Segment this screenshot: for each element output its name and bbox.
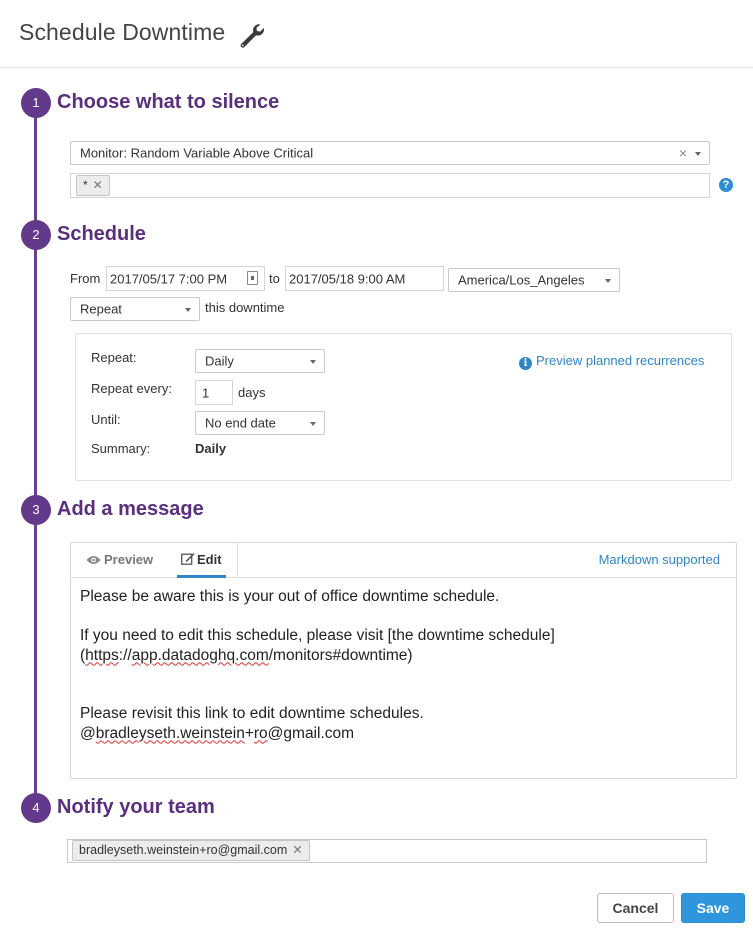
until-label: Until: (91, 412, 121, 427)
spellcheck-word: ro (253, 724, 268, 742)
message-text: @gmail.com (267, 724, 355, 742)
chevron-down-icon (310, 422, 316, 426)
spellcheck-word: https (85, 646, 119, 664)
timeline-line (34, 103, 37, 808)
info-icon: i (519, 357, 532, 370)
step-number-2: 2 (21, 220, 51, 250)
step-title-message: Add a message (57, 498, 204, 520)
clear-icon[interactable]: × (679, 145, 687, 161)
to-date-input[interactable]: 2017/05/18 9:00 AM (285, 266, 444, 291)
step-title-choose: Choose what to silence (57, 91, 280, 113)
monitor-select[interactable]: Monitor: Random Variable Above Critical … (70, 141, 710, 165)
tab-divider (237, 543, 238, 578)
cancel-button[interactable]: Cancel (597, 893, 674, 923)
edit-icon (181, 553, 195, 565)
message-textarea[interactable]: Please be aware this is your out of offi… (80, 587, 555, 743)
summary-label: Summary: (91, 441, 151, 456)
save-button[interactable]: Save (681, 893, 745, 923)
chevron-down-icon (185, 308, 191, 312)
chevron-down-icon (695, 152, 701, 156)
chevron-down-icon (310, 360, 316, 364)
remove-tag-icon[interactable]: ✕ (292, 843, 302, 857)
repeat-select-value: Repeat (80, 301, 122, 317)
preview-recurrences-label: Preview planned recurrences (536, 353, 705, 368)
timezone-select[interactable]: America/Los_Angeles (448, 268, 620, 292)
repeat-every-input[interactable]: 1 (195, 380, 233, 405)
timezone-value: America/Los_Angeles (458, 272, 585, 288)
repeat-every-unit: days (238, 385, 266, 400)
frequency-select[interactable]: Daily (195, 349, 325, 373)
repeat-suffix: this downtime (205, 300, 285, 315)
message-text: /monitors#downtime) (268, 646, 413, 664)
spellcheck-word: app.datadoghq.com (131, 646, 269, 664)
message-tabs: Preview Edit Markdown supported (71, 543, 736, 578)
wrench-icon (240, 24, 264, 48)
chevron-down-icon (605, 279, 611, 283)
to-date-value: 2017/05/18 9:00 AM (289, 271, 406, 286)
step-title-schedule: Schedule (57, 223, 146, 245)
remove-tag-icon[interactable]: ✕ (93, 178, 103, 192)
step-number-4: 4 (21, 793, 51, 823)
message-line: If you need to edit this schedule, pleas… (80, 627, 555, 644)
page-header: Schedule Downtime (0, 0, 753, 68)
step-number-3: 3 (21, 495, 51, 525)
calendar-icon[interactable] (247, 271, 258, 285)
message-line: Please revisit this link to edit downtim… (80, 705, 424, 722)
preview-recurrences-link[interactable]: i Preview planned recurrences (519, 353, 704, 370)
message-text: :// (118, 646, 132, 664)
recurrence-repeat-label: Repeat: (91, 350, 137, 365)
until-select[interactable]: No end date (195, 411, 325, 435)
message-url-line: (https://app.datadoghq.com/monitors#down… (80, 646, 555, 666)
scope-tag-label: * (83, 178, 88, 192)
message-text: + (244, 724, 254, 742)
message-line: Please be aware this is your out of offi… (80, 588, 500, 605)
tab-edit[interactable]: Edit (177, 543, 226, 578)
to-label: to (269, 271, 280, 286)
step-number-1: 1 (21, 88, 51, 118)
repeat-every-value: 1 (202, 385, 210, 400)
step-title-notify: Notify your team (57, 796, 215, 818)
from-date-input[interactable]: 2017/05/17 7:00 PM (106, 266, 265, 291)
eye-icon (86, 556, 101, 564)
scope-input[interactable]: * ✕ (70, 173, 710, 198)
tab-preview-label: Preview (104, 552, 154, 567)
summary-value: Daily (195, 441, 227, 456)
message-mention-line: @bradleyseth.weinstein+ro@gmail.com (80, 724, 555, 744)
recipient-tag-label: bradleyseth.weinstein+ro@gmail.com (79, 843, 288, 857)
tab-preview[interactable]: Preview (86, 543, 153, 578)
notify-recipients-input[interactable]: bradleyseth.weinstein+ro@gmail.com ✕ (67, 839, 707, 863)
from-label: From (70, 271, 101, 286)
monitor-select-value: Monitor: Random Variable Above Critical (80, 145, 314, 161)
tab-edit-label: Edit (197, 552, 222, 567)
page-title: Schedule Downtime (19, 19, 226, 45)
frequency-value: Daily (205, 353, 234, 369)
repeat-every-label: Repeat every: (91, 381, 172, 396)
message-editor: Preview Edit Markdown supported Please b… (70, 542, 737, 779)
until-value: No end date (205, 415, 276, 431)
from-date-value: 2017/05/17 7:00 PM (110, 271, 228, 286)
markdown-supported-link[interactable]: Markdown supported (599, 552, 720, 567)
message-text: @ (80, 724, 96, 742)
recipient-tag: bradleyseth.weinstein+ro@gmail.com ✕ (72, 840, 310, 861)
question-icon[interactable]: ? (719, 178, 733, 192)
repeat-select[interactable]: Repeat (70, 297, 200, 321)
spellcheck-word: bradleyseth.weinstein (95, 724, 245, 742)
scope-tag: * ✕ (76, 175, 110, 196)
